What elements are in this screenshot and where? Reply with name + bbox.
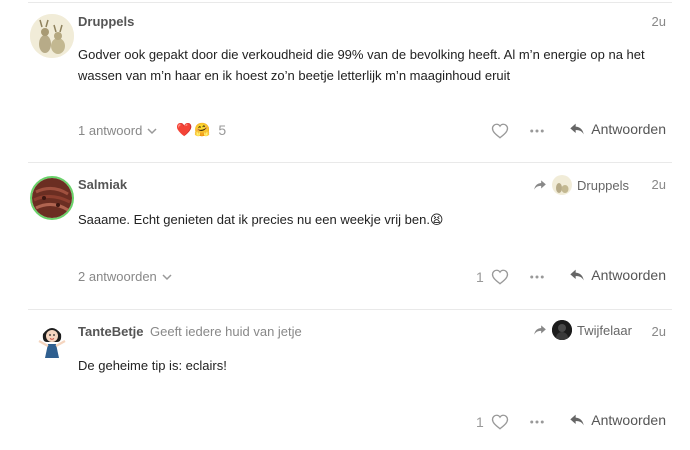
reactions[interactable]: ❤️ 🤗 5 [176, 122, 226, 138]
hug-reaction-icon[interactable]: 🤗 [194, 122, 210, 138]
replies-label: 2 antwoorden [78, 269, 157, 284]
post-druppels: Druppels 2u Godver ook gepakt door die v… [0, 0, 690, 162]
post-body: Saaame. Echt genieten dat ik precies nu … [78, 212, 444, 227]
reply-button[interactable]: Antwoorden [569, 412, 666, 428]
username[interactable]: Salmiak [78, 177, 127, 192]
reaction-count: 5 [218, 122, 227, 138]
post-date[interactable]: 2u [652, 177, 666, 192]
cartoon-woman-avatar-icon [30, 320, 74, 364]
more-icon[interactable] [528, 268, 546, 286]
reply-icon [570, 269, 584, 281]
reply-button[interactable]: Antwoorden [569, 121, 666, 137]
reply-to-indicator[interactable]: Twijfelaar [533, 320, 632, 340]
reply-label: Antwoorden [591, 121, 666, 137]
mini-avatar-druppels [552, 175, 572, 195]
reply-to-username: Twijfelaar [577, 322, 632, 338]
dark-mini-avatar-icon [552, 320, 572, 340]
reply-button[interactable]: Antwoorden [569, 267, 666, 283]
like-icon[interactable] [491, 122, 509, 140]
username[interactable]: Druppels [78, 14, 134, 29]
deer-avatar-icon [30, 14, 74, 58]
replies-label: 1 antwoord [78, 123, 143, 138]
heart-reaction-icon[interactable]: ❤️ [176, 122, 192, 138]
more-icon[interactable] [528, 413, 546, 431]
share-arrow-icon [534, 180, 546, 190]
mini-avatar-twijfelaar [552, 320, 572, 340]
reply-to-indicator[interactable]: Druppels [533, 175, 629, 195]
like-count: 1 [476, 414, 484, 430]
chevron-down-icon [147, 127, 157, 134]
username[interactable]: TanteBetje [78, 324, 144, 339]
post-salmiak: Salmiak Druppels 2u Saaame. Echt geniete… [0, 163, 690, 308]
reply-icon [570, 123, 584, 135]
reply-label: Antwoorden [591, 412, 666, 428]
post-date[interactable]: 2u [652, 324, 666, 339]
salmiak-avatar-icon [32, 178, 72, 218]
user-title: Geeft iedere huid van jetje [150, 324, 302, 339]
share-arrow-icon [534, 325, 546, 335]
like-count: 1 [476, 269, 484, 285]
reply-icon [570, 414, 584, 426]
reply-label: Antwoorden [591, 267, 666, 283]
more-icon[interactable] [528, 122, 546, 140]
avatar-druppels[interactable] [30, 14, 74, 58]
like-icon[interactable] [491, 268, 509, 286]
post-date[interactable]: 2u [652, 14, 666, 29]
replies-toggle[interactable]: 1 antwoord [78, 123, 158, 138]
deer-mini-avatar-icon [556, 183, 569, 193]
avatar-tantebetje[interactable] [30, 320, 74, 364]
chevron-down-icon [162, 273, 172, 280]
post-tantebetje: TanteBetje Geeft iedere huid van jetje T… [0, 310, 690, 450]
reply-to-username: Druppels [577, 177, 630, 193]
post-body: Godver ook gepakt door die verkoudheid d… [78, 47, 645, 83]
post-body: De geheime tip is: eclairs! [78, 358, 227, 373]
replies-toggle[interactable]: 2 antwoorden [78, 269, 173, 284]
avatar-salmiak[interactable] [30, 176, 74, 220]
like-icon[interactable] [491, 413, 509, 431]
